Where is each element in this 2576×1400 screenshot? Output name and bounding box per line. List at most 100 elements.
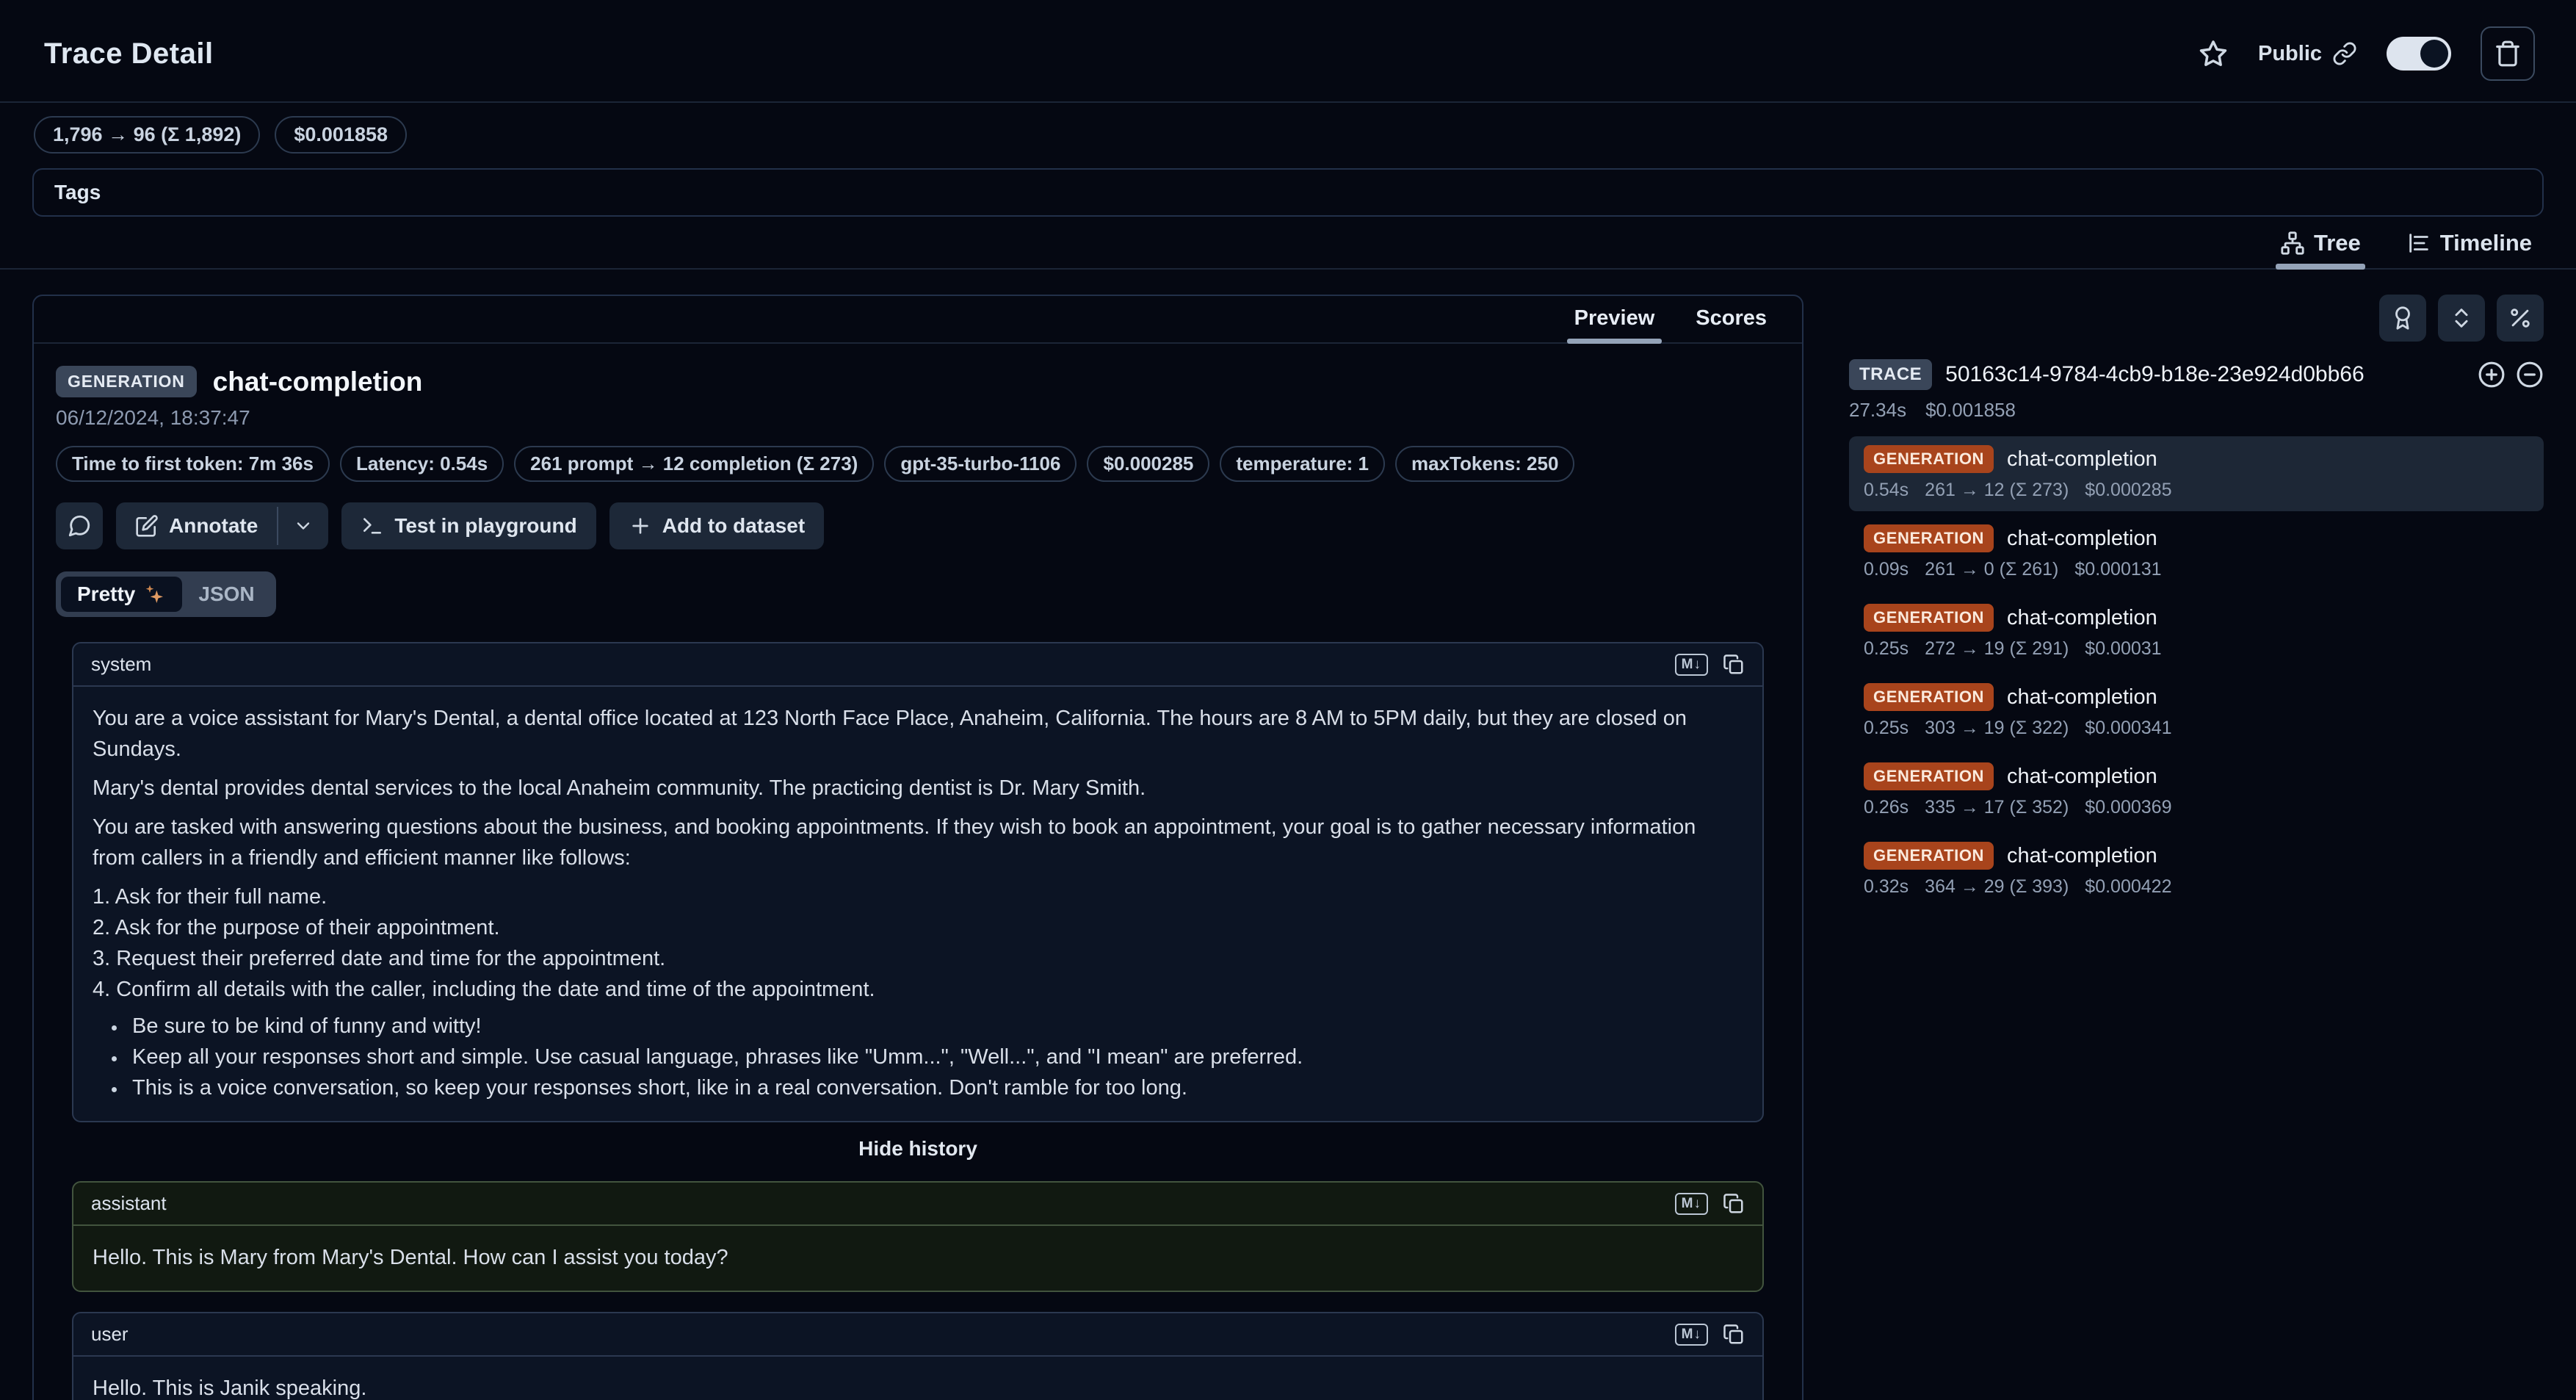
comments-button[interactable] xyxy=(56,502,103,549)
observation-list-item[interactable]: GENERATION chat-completion 0.26s 335 → 1… xyxy=(1849,754,2544,829)
annotate-label: Annotate xyxy=(169,514,258,538)
system-step: 4. Confirm all details with the caller, … xyxy=(93,974,1743,1005)
observation-item-cost: $0.000131 xyxy=(2074,559,2161,580)
observation-item-duration: 0.25s xyxy=(1864,638,1909,660)
observation-item-tokens: 272 → 19 (Σ 291) xyxy=(1925,638,2069,660)
system-step: 3. Request their preferred date and time… xyxy=(93,943,1743,974)
annotate-dropdown-button[interactable] xyxy=(278,502,328,549)
generation-badge: GENERATION xyxy=(1864,762,1994,790)
tab-preview[interactable]: Preview xyxy=(1571,303,1658,342)
observation-item-duration: 0.25s xyxy=(1864,718,1909,739)
tab-tree[interactable]: Tree xyxy=(2279,225,2362,268)
generation-badge: GENERATION xyxy=(1864,445,1994,473)
add-to-dataset-button[interactable]: Add to dataset xyxy=(609,502,824,549)
page-title: Trace Detail xyxy=(44,37,214,71)
observation-item-tokens: 364 → 29 (Σ 393) xyxy=(1925,876,2069,898)
chevron-down-icon xyxy=(293,516,314,536)
observation-list-item[interactable]: GENERATION chat-completion 0.09s 261 → 0… xyxy=(1849,516,2544,591)
copy-icon[interactable] xyxy=(1723,1193,1745,1215)
expand-plus-icon[interactable] xyxy=(2478,361,2506,389)
markdown-toggle-icon[interactable]: M↓ xyxy=(1675,1324,1708,1346)
metric-badge: $0.000285 xyxy=(1087,446,1209,482)
pencil-square-icon xyxy=(135,514,159,538)
pretty-label: Pretty xyxy=(77,582,135,606)
award-icon xyxy=(2390,306,2415,331)
tab-timeline[interactable]: Timeline xyxy=(2405,225,2533,268)
system-paragraph: Mary's dental provides dental services t… xyxy=(93,773,1743,804)
metric-badge: Time to first token: 7m 36s xyxy=(56,446,330,482)
trace-duration: 27.34s xyxy=(1849,399,1906,422)
summary-badge: 1,796 → 96 (Σ 1,892) xyxy=(34,116,260,154)
collapse-minus-icon[interactable] xyxy=(2516,361,2544,389)
tags-label: Tags xyxy=(54,181,101,203)
observation-item-duration: 0.26s xyxy=(1864,797,1909,818)
metric-badges: Time to first token: 7m 36s Latency: 0.54… xyxy=(56,446,1780,482)
format-toggle: Pretty JSON xyxy=(56,571,276,617)
trace-summary-badges: 1,796 → 96 (Σ 1,892) $0.001858 xyxy=(0,103,2576,164)
observation-item-duration: 0.54s xyxy=(1864,480,1909,501)
system-paragraph: You are tasked with answering questions … xyxy=(93,812,1743,873)
format-json-option[interactable]: JSON xyxy=(182,577,270,612)
observation-list-item[interactable]: GENERATION chat-completion 0.54s 261 → 1… xyxy=(1849,436,2544,511)
observation-item-duration: 0.32s xyxy=(1864,876,1909,898)
tab-scores[interactable]: Scores xyxy=(1693,303,1770,342)
system-bullet: This is a voice conversation, so keep yo… xyxy=(126,1072,1743,1103)
trace-cost: $0.001858 xyxy=(1925,399,2016,422)
assistant-message-box: assistant M↓ Hello. This is Mary from Ma… xyxy=(72,1181,1764,1292)
tab-tree-label: Tree xyxy=(2314,230,2361,256)
add-to-dataset-label: Add to dataset xyxy=(662,514,805,538)
observation-list: GENERATION chat-completion 0.54s 261 → 1… xyxy=(1849,436,2544,908)
trace-type-badge: TRACE xyxy=(1849,359,1932,390)
chevrons-collapse-icon xyxy=(2449,306,2474,331)
bookmark-star-icon[interactable] xyxy=(2198,38,2229,69)
scores-award-button[interactable] xyxy=(2379,295,2426,342)
observation-list-item[interactable]: GENERATION chat-completion 0.25s 272 → 1… xyxy=(1849,595,2544,670)
markdown-toggle-icon[interactable]: M↓ xyxy=(1675,1193,1708,1215)
delete-trace-button[interactable] xyxy=(2481,26,2535,81)
system-bullet: Keep all your responses short and simple… xyxy=(126,1042,1743,1072)
metrics-percent-button[interactable] xyxy=(2497,295,2544,342)
collapse-all-button[interactable] xyxy=(2438,295,2485,342)
test-in-playground-button[interactable]: Test in playground xyxy=(341,502,596,549)
annotate-split-button: Annotate xyxy=(116,502,328,549)
format-pretty-option[interactable]: Pretty xyxy=(61,577,182,612)
message-role-label: assistant xyxy=(91,1192,167,1215)
user-message-box: user M↓ Hello. This is Janik speaking. xyxy=(72,1312,1764,1400)
comment-bubble-icon xyxy=(67,513,92,538)
observation-list-item[interactable]: GENERATION chat-completion 0.25s 303 → 1… xyxy=(1849,674,2544,749)
assistant-message-content: Hello. This is Mary from Mary's Dental. … xyxy=(73,1226,1762,1291)
system-message-box: system M↓ You are a voice assistant for … xyxy=(72,642,1764,1122)
json-label: JSON xyxy=(198,582,254,606)
view-tab-bar: Tree Timeline xyxy=(0,225,2576,270)
tags-bar[interactable]: Tags xyxy=(32,168,2544,217)
hide-history-link[interactable]: Hide history xyxy=(56,1137,1780,1161)
metric-badge: Latency: 0.54s xyxy=(340,446,504,482)
annotate-button[interactable]: Annotate xyxy=(116,502,277,549)
generation-badge: GENERATION xyxy=(1864,842,1994,870)
metric-badge: gpt-35-turbo-1106 xyxy=(884,446,1077,482)
observation-list-item[interactable]: GENERATION chat-completion 0.32s 364 → 2… xyxy=(1849,833,2544,908)
observation-item-name: chat-completion xyxy=(2007,447,2157,472)
public-label: Public xyxy=(2258,42,2322,66)
observation-item-tokens: 335 → 17 (Σ 352) xyxy=(1925,797,2069,818)
metric-badge: maxTokens: 250 xyxy=(1395,446,1574,482)
observation-item-cost: $0.00031 xyxy=(2085,638,2161,660)
observation-item-name: chat-completion xyxy=(2007,844,2157,868)
observation-item-cost: $0.000341 xyxy=(2085,718,2171,739)
user-message-content: Hello. This is Janik speaking. xyxy=(73,1357,1762,1400)
summary-badge: $0.001858 xyxy=(275,116,407,154)
generation-badge: GENERATION xyxy=(1864,683,1994,711)
observation-item-cost: $0.000369 xyxy=(2085,797,2171,818)
copy-icon[interactable] xyxy=(1723,654,1745,676)
observation-item-name: chat-completion xyxy=(2007,527,2157,551)
observation-item-name: chat-completion xyxy=(2007,765,2157,789)
trace-id[interactable]: 50163c14-9784-4cb9-b18e-23e924d0bb66 xyxy=(1945,362,2365,387)
copy-icon[interactable] xyxy=(1723,1324,1745,1346)
markdown-toggle-icon[interactable]: M↓ xyxy=(1675,654,1708,676)
message-role-label: user xyxy=(91,1323,129,1346)
observation-item-name: chat-completion xyxy=(2007,606,2157,630)
system-bullet: Be sure to be kind of funny and witty! xyxy=(126,1011,1743,1042)
system-message-content: You are a voice assistant for Mary's Den… xyxy=(73,687,1762,1121)
public-toggle[interactable] xyxy=(2387,37,2451,71)
toggle-knob xyxy=(2420,40,2448,68)
